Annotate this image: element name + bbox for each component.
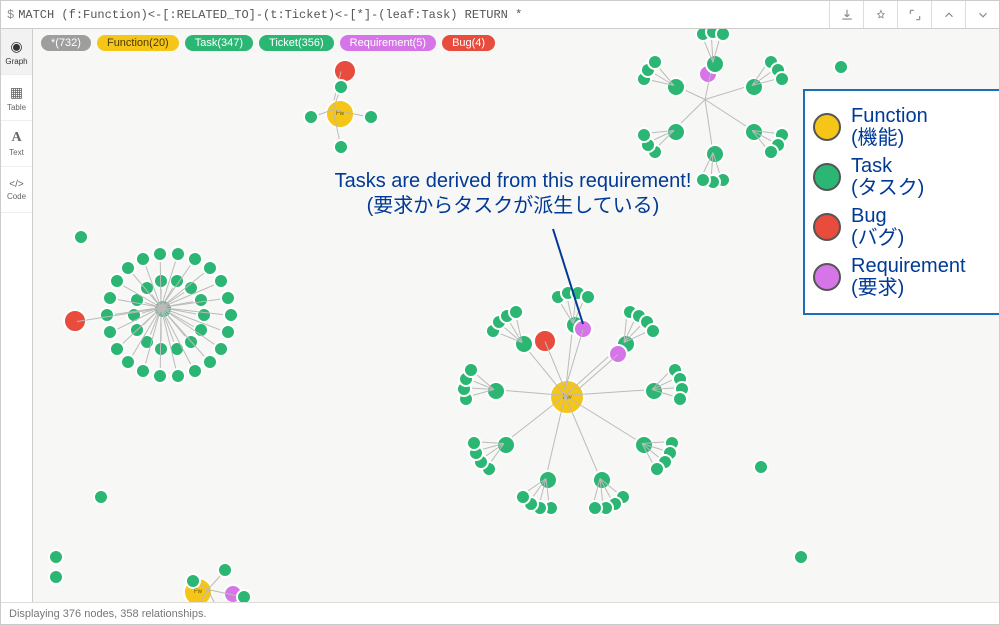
graph-node[interactable] — [170, 368, 186, 384]
legend-label: Function(機能) — [851, 105, 928, 149]
legend-label: Task(タスク) — [851, 155, 924, 199]
graph-node[interactable] — [102, 324, 118, 340]
graph-node[interactable] — [185, 573, 201, 589]
graph-node[interactable] — [170, 246, 186, 262]
legend-dot-function — [813, 113, 841, 141]
legend-label: Requirement(要求) — [851, 255, 966, 299]
legend-item: Requirement(要求) — [813, 255, 991, 299]
legend-dot-bug — [813, 213, 841, 241]
graph-node[interactable] — [73, 229, 89, 245]
graph-node[interactable] — [833, 59, 849, 75]
sidebar-item-code[interactable]: </> Code — [1, 167, 32, 213]
query-input[interactable]: $ MATCH (f:Function)<-[:RELATED_TO]-(t:T… — [1, 1, 829, 28]
legend-item: Task(タスク) — [813, 155, 991, 199]
graph-node[interactable] — [466, 435, 482, 451]
legend-item: Function(機能) — [813, 105, 991, 149]
graph-node[interactable] — [647, 54, 663, 70]
graph-node[interactable] — [508, 304, 524, 320]
graph-node[interactable] — [580, 289, 596, 305]
graph-node[interactable] — [135, 363, 151, 379]
pin-icon[interactable] — [863, 1, 897, 28]
graph-node[interactable] — [93, 489, 109, 505]
legend-box: Function(機能) Task(タスク) Bug(バグ) Requireme… — [803, 89, 999, 315]
graph-node[interactable] — [645, 323, 661, 339]
graph-edge — [503, 395, 565, 444]
view-sidebar: ◉ Graph ▦ Table A Text </> Code — [1, 29, 33, 602]
query-bar: $ MATCH (f:Function)<-[:RELATED_TO]-(t:T… — [1, 1, 999, 29]
graph-node[interactable] — [463, 362, 479, 378]
graph-node[interactable] — [793, 549, 809, 565]
graph-node[interactable] — [48, 569, 64, 585]
sidebar-label: Table — [7, 103, 26, 112]
sidebar-label: Code — [7, 192, 26, 201]
graph-node[interactable] — [333, 139, 349, 155]
graph-node[interactable] — [587, 500, 603, 516]
body: ◉ Graph ▦ Table A Text </> Code *(732) F… — [1, 29, 999, 602]
legend-dot-requirement — [813, 263, 841, 291]
annotation-text: Tasks are derived from this requirement!… — [233, 169, 793, 219]
download-icon[interactable] — [829, 1, 863, 28]
graph-node[interactable] — [152, 246, 168, 262]
graph-node[interactable] — [220, 290, 236, 306]
graph-node[interactable] — [303, 109, 319, 125]
status-footer: Displaying 376 nodes, 358 relationships. — [1, 602, 999, 624]
collapse-down-icon[interactable] — [965, 1, 999, 28]
graph-node[interactable] — [153, 341, 169, 357]
text-icon: A — [11, 130, 21, 146]
graph-edge — [565, 395, 601, 479]
graph-edge — [578, 354, 619, 390]
graph-node[interactable] — [109, 273, 125, 289]
graph-node[interactable] — [223, 307, 239, 323]
graph-node[interactable] — [774, 71, 790, 87]
legend-dot-task — [813, 163, 841, 191]
query-actions — [829, 1, 999, 28]
graph-node[interactable] — [672, 391, 688, 407]
graph-edge — [565, 395, 643, 444]
graph-node[interactable] — [187, 251, 203, 267]
graph-node[interactable] — [763, 144, 779, 160]
graph-node[interactable] — [135, 251, 151, 267]
graph-node[interactable] — [363, 109, 379, 125]
graph-node[interactable] — [152, 368, 168, 384]
table-icon: ▦ — [10, 84, 23, 101]
annotation-line1: Tasks are derived from this requirement! — [233, 169, 793, 194]
graph-node[interactable] — [102, 290, 118, 306]
graph-node[interactable] — [202, 354, 218, 370]
graph-node[interactable] — [236, 589, 252, 602]
graph-node[interactable] — [109, 341, 125, 357]
sidebar-item-text[interactable]: A Text — [1, 121, 32, 167]
graph-node[interactable] — [187, 363, 203, 379]
graph-node[interactable] — [213, 273, 229, 289]
graph-node[interactable] — [120, 354, 136, 370]
code-icon: </> — [9, 179, 23, 190]
app-window: $ MATCH (f:Function)<-[:RELATED_TO]-(t:T… — [0, 0, 1000, 625]
sidebar-label: Text — [9, 148, 24, 157]
query-string: MATCH (f:Function)<-[:RELATED_TO]-(t:Tic… — [18, 8, 522, 22]
sidebar-label: Graph — [5, 57, 27, 66]
sidebar-item-table[interactable]: ▦ Table — [1, 75, 32, 121]
collapse-up-icon[interactable] — [931, 1, 965, 28]
graph-node[interactable] — [48, 549, 64, 565]
graph-node[interactable] — [715, 29, 731, 42]
graph-node[interactable] — [753, 459, 769, 475]
graph-canvas[interactable]: *(732) Function(20) Task(347) Ticket(356… — [33, 29, 999, 602]
graph-icon: ◉ — [10, 38, 22, 55]
sidebar-item-graph[interactable]: ◉ Graph — [1, 29, 32, 75]
graph-node[interactable] — [217, 562, 233, 578]
prompt-symbol: $ — [7, 8, 14, 22]
graph-node[interactable] — [649, 461, 665, 477]
graph-node[interactable]: Fw — [325, 99, 355, 129]
graph-node[interactable] — [515, 489, 531, 505]
graph-node[interactable] — [220, 324, 236, 340]
annotation-line2: (要求からタスクが派生している) — [233, 194, 793, 219]
graph-node[interactable] — [213, 341, 229, 357]
graph-node[interactable] — [63, 309, 87, 333]
legend-item: Bug(バグ) — [813, 205, 991, 249]
legend-label: Bug(バグ) — [851, 205, 904, 249]
graph-node[interactable] — [333, 79, 349, 95]
status-text: Displaying 376 nodes, 358 relationships. — [9, 608, 207, 620]
expand-icon[interactable] — [897, 1, 931, 28]
